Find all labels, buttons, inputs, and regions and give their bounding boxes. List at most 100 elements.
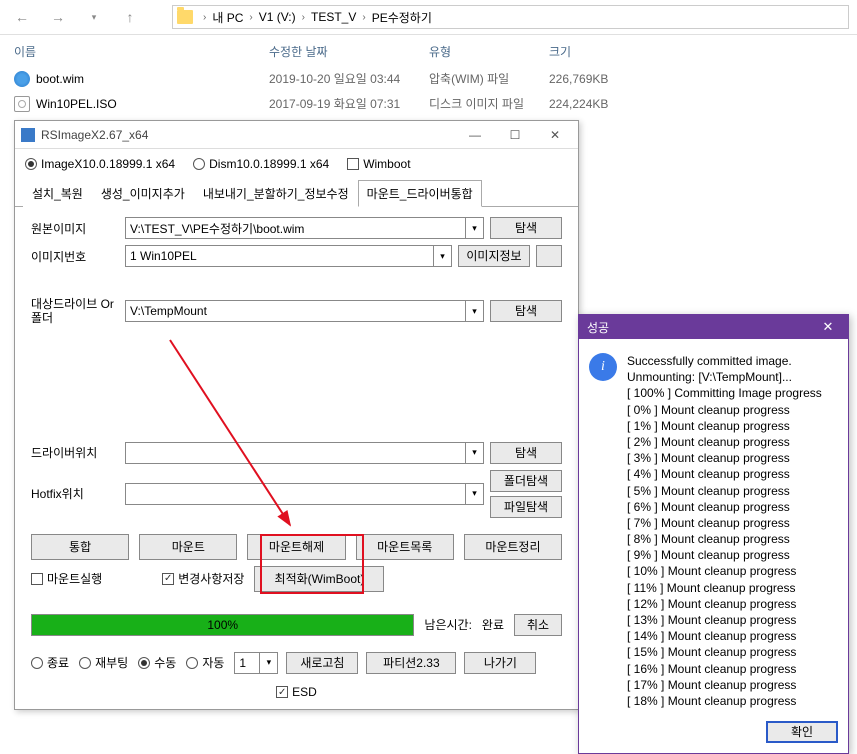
refresh-button[interactable]: 새로고침	[286, 652, 358, 674]
unmount-button[interactable]: 마운트해제	[247, 534, 345, 560]
checkbox-icon	[347, 158, 359, 170]
file-type: 디스크 이미지 파일	[429, 95, 549, 112]
source-label: 원본이미지	[31, 220, 119, 237]
image-info-button[interactable]: 이미지정보	[458, 245, 530, 267]
radio-manual[interactable]: 수동	[138, 654, 176, 671]
column-date[interactable]: 수정한 날짜	[269, 43, 429, 60]
chevron-down-icon: ▾	[259, 653, 277, 673]
index-label: 이미지번호	[31, 248, 119, 265]
remain-label: 남은시간:	[424, 616, 472, 633]
file-row[interactable]: boot.wim 2019-10-20 일요일 03:44 압축(WIM) 파일…	[0, 66, 857, 91]
log-line: [ 16% ] Mount cleanup progress	[627, 661, 822, 677]
radio-imagex[interactable]: ImageX10.0.18999.1 x64	[25, 157, 175, 171]
close-icon[interactable]: ✕	[816, 319, 840, 335]
nav-forward-icon[interactable]: →	[44, 3, 72, 31]
target-drive-combo[interactable]: V:\TempMount▾	[125, 300, 484, 322]
source-image-combo[interactable]: V:\TEST_V\PE수정하기\boot.wim▾	[125, 217, 484, 239]
maximize-icon[interactable]: ☐	[498, 125, 532, 145]
mount-list-button[interactable]: 마운트목록	[356, 534, 454, 560]
window-title: RSImageX2.67_x64	[41, 128, 458, 142]
radio-icon	[138, 657, 150, 669]
radio-icon	[31, 657, 43, 669]
progress-fill: 100%	[32, 615, 413, 635]
log-line: Successfully committed image.	[627, 353, 822, 369]
nav-up-icon[interactable]: ↑	[116, 3, 144, 31]
chevron-right-icon: ›	[203, 12, 206, 23]
nav-back-icon[interactable]: ←	[8, 3, 36, 31]
log-line: [ 17% ] Mount cleanup progress	[627, 677, 822, 693]
log-line: [ 18% ] Mount cleanup progress	[627, 693, 822, 709]
checkbox-wimboot[interactable]: Wimboot	[347, 157, 410, 171]
file-browse-button[interactable]: 파일탐색	[490, 496, 562, 518]
exit-button[interactable]: 나가기	[464, 652, 536, 674]
radio-reboot[interactable]: 재부팅	[79, 654, 128, 671]
chevron-down-icon: ▾	[465, 484, 483, 504]
partition-button[interactable]: 파티션2.33	[366, 652, 456, 674]
log-line: [ 14% ] Mount cleanup progress	[627, 628, 822, 644]
folder-browse-button[interactable]: 폴더탐색	[490, 470, 562, 492]
cancel-button[interactable]: 취소	[514, 614, 562, 636]
file-list: boot.wim 2019-10-20 일요일 03:44 압축(WIM) 파일…	[0, 66, 857, 116]
column-size[interactable]: 크기	[549, 43, 649, 60]
radio-dism[interactable]: Dism10.0.18999.1 x64	[193, 157, 329, 171]
chevron-right-icon: ›	[249, 12, 252, 23]
breadcrumb[interactable]: TEST_V	[311, 10, 356, 24]
log-line: [ 13% ] Mount cleanup progress	[627, 612, 822, 628]
tab-3[interactable]: 마운트_드라이버통합	[358, 180, 482, 207]
file-row[interactable]: Win10PEL.ISO 2017-09-19 화요일 07:31 디스크 이미…	[0, 91, 857, 116]
dialog-titlebar[interactable]: 성공 ✕	[579, 315, 848, 339]
driver-path-combo[interactable]: ▾	[125, 442, 484, 464]
checkbox-icon	[162, 573, 174, 585]
column-name[interactable]: 이름	[14, 43, 269, 60]
log-line: [ 5% ] Mount cleanup progress	[627, 483, 822, 499]
close-icon[interactable]: ✕	[538, 125, 572, 145]
radio-icon	[79, 657, 91, 669]
browse-button[interactable]: 탐색	[490, 217, 562, 239]
radio-auto[interactable]: 자동	[186, 654, 224, 671]
tab-1[interactable]: 생성_이미지추가	[92, 180, 194, 207]
browse-button[interactable]: 탐색	[490, 300, 562, 322]
ok-button[interactable]: 확인	[766, 721, 838, 743]
iso-file-icon	[14, 96, 30, 112]
info-extra-button[interactable]	[536, 245, 562, 267]
log-line: [ 11% ] Mount cleanup progress	[627, 580, 822, 596]
hotfix-path-combo[interactable]: ▾	[125, 483, 484, 505]
checkbox-mount-exec[interactable]: 마운트실행	[31, 570, 102, 587]
chevron-down-icon: ▾	[433, 246, 451, 266]
nav-dropdown-icon[interactable]: ▾	[80, 3, 108, 31]
mount-clean-button[interactable]: 마운트정리	[464, 534, 562, 560]
radio-icon	[193, 158, 205, 170]
bottom-row: 종료 재부팅 수동 자동 1▾ 새로고침 파티션2.33 나가기	[15, 646, 578, 684]
file-name: Win10PEL.ISO	[36, 97, 269, 111]
integrate-button[interactable]: 통합	[31, 534, 129, 560]
tab-2[interactable]: 내보내기_분할하기_정보수정	[194, 180, 358, 207]
wim-file-icon	[14, 71, 30, 87]
breadcrumb[interactable]: 내 PC	[212, 9, 243, 26]
tab-0[interactable]: 설치_복원	[23, 180, 92, 207]
number-combo[interactable]: 1▾	[234, 652, 278, 674]
window-titlebar[interactable]: RSImageX2.67_x64 — ☐ ✕	[15, 121, 578, 149]
optimize-button[interactable]: 최적화(WimBoot)	[254, 566, 384, 592]
radio-shutdown[interactable]: 종료	[31, 654, 69, 671]
browse-button[interactable]: 탐색	[490, 442, 562, 464]
checkbox-icon	[276, 686, 288, 698]
checkbox-esd[interactable]: ESD	[276, 685, 317, 699]
address-bar[interactable]: › 내 PC › V1 (V:) › TEST_V › PE수정하기	[172, 5, 849, 29]
log-line: [ 10% ] Mount cleanup progress	[627, 563, 822, 579]
log-line: [ 100% ] Committing Image progress	[627, 385, 822, 401]
rsimagex-window: RSImageX2.67_x64 — ☐ ✕ ImageX10.0.18999.…	[14, 120, 579, 710]
breadcrumb[interactable]: V1 (V:)	[259, 10, 296, 24]
minimize-icon[interactable]: —	[458, 125, 492, 145]
log-line: [ 0% ] Mount cleanup progress	[627, 402, 822, 418]
column-type[interactable]: 유형	[429, 43, 549, 60]
chevron-down-icon: ▾	[465, 218, 483, 238]
file-name: boot.wim	[36, 72, 269, 86]
progress-bar: 100%	[31, 614, 414, 636]
breadcrumb[interactable]: PE수정하기	[372, 9, 432, 26]
log-line: [ 7% ] Mount cleanup progress	[627, 515, 822, 531]
chevron-down-icon: ▾	[465, 443, 483, 463]
mount-button[interactable]: 마운트	[139, 534, 237, 560]
success-dialog: 성공 ✕ i Successfully committed image.Unmo…	[578, 314, 849, 754]
checkbox-save-changes[interactable]: 변경사항저장	[162, 570, 244, 587]
image-index-combo[interactable]: 1 Win10PEL▾	[125, 245, 452, 267]
